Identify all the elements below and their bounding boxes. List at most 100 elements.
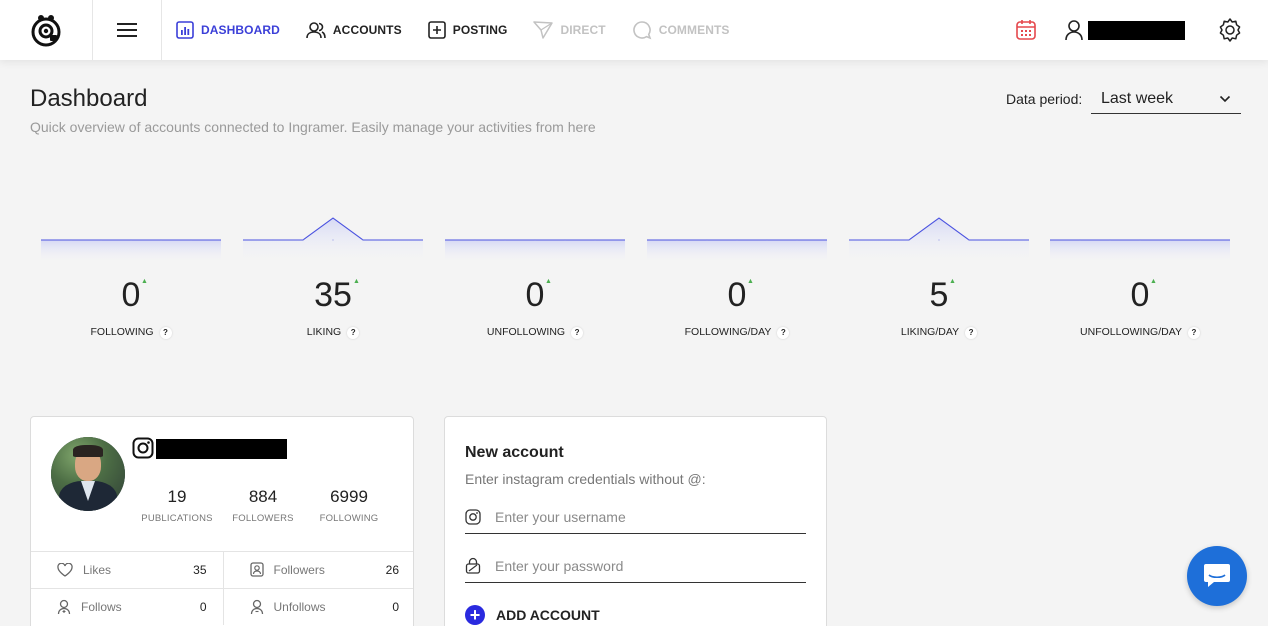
trend-up-icon: ▲	[1150, 278, 1157, 285]
trend-up-icon: ▲	[949, 278, 956, 285]
lock-icon	[465, 557, 481, 574]
data-period-select[interactable]: Last week	[1091, 84, 1241, 114]
add-account-label: ADD ACCOUNT	[496, 607, 600, 623]
logo[interactable]	[0, 0, 93, 60]
sparkline	[647, 239, 827, 262]
follows-value: 0	[199, 600, 207, 614]
publications-stat: 19 PUBLICATIONS	[137, 487, 217, 524]
profile-username-redacted[interactable]	[156, 439, 287, 459]
username-input[interactable]	[495, 508, 795, 525]
user-icon[interactable]	[1064, 19, 1084, 41]
unfollows-value: 0	[392, 600, 399, 614]
help-icon[interactable]: ?	[159, 327, 172, 339]
nav-posting[interactable]: POSTING	[427, 21, 508, 39]
follow-user-icon	[57, 599, 71, 615]
data-period-value: Last week	[1101, 89, 1174, 107]
unfollows-label: Unfollows	[273, 600, 326, 614]
follows-cell: Follows 0	[31, 589, 224, 625]
nav-accounts[interactable]: ACCOUNTS	[306, 21, 402, 39]
gear-icon[interactable]	[1217, 17, 1243, 43]
nav-comments-label: COMMENTS	[658, 23, 730, 37]
followers-stat: 884 FOLLOWERS	[223, 487, 303, 524]
instagram-icon	[132, 437, 154, 459]
instagram-icon	[465, 508, 481, 525]
stat-value: 0	[121, 276, 141, 314]
stat-label: FOLLOWING?	[41, 326, 221, 339]
stat-value: 0	[727, 276, 747, 314]
table-row: Likes 35 Followers 26	[31, 551, 413, 588]
ingramer-logo-icon	[31, 15, 61, 47]
help-icon[interactable]: ?	[1187, 327, 1200, 339]
trend-up-icon: ▲	[747, 278, 754, 285]
following-count: 6999	[330, 487, 368, 506]
sparkline	[41, 239, 221, 262]
unfollows-cell: Unfollows 0	[224, 589, 414, 625]
new-account-title: New account	[465, 444, 564, 461]
sparkline	[849, 217, 1029, 262]
sparkline	[445, 239, 625, 262]
hamburger-menu-button[interactable]	[93, 0, 162, 60]
nav-accounts-label: ACCOUNTS	[332, 23, 402, 37]
help-icon[interactable]: ?	[777, 327, 790, 339]
followers-count: 884	[248, 487, 278, 506]
help-icon[interactable]: ?	[571, 327, 584, 339]
stat-label-text: LIKING/DAY	[900, 326, 960, 338]
send-icon	[533, 21, 554, 39]
nav-comments[interactable]: COMMENTS	[632, 20, 730, 40]
page-title: Dashboard	[30, 85, 148, 112]
stat-label: UNFOLLOWING/DAY?	[1050, 326, 1230, 339]
stat-value: 35	[314, 276, 352, 314]
chevron-down-icon	[1219, 95, 1231, 102]
stat-label: LIKING/DAY?	[849, 326, 1029, 339]
top-bar: DASHBOARD ACCOUNTS POSTING DIRECT COMMEN…	[0, 0, 1268, 60]
likes-label: Likes	[83, 563, 112, 577]
followers-row-label: Followers	[273, 563, 325, 577]
stat-label: LIKING?	[243, 326, 423, 339]
likes-value: 35	[193, 563, 207, 577]
nav-direct-label: DIRECT	[560, 23, 606, 37]
new-account-card: New account Enter instagram credentials …	[444, 416, 827, 626]
username-field	[465, 500, 806, 534]
password-field	[465, 549, 806, 583]
heart-icon	[57, 563, 73, 577]
likes-cell: Likes 35	[31, 552, 224, 588]
following-label: FOLLOWING	[319, 513, 379, 524]
follower-badge-icon	[249, 562, 264, 577]
followers-label: FOLLOWERS	[232, 513, 294, 524]
following-stat: 6999 FOLLOWING	[309, 487, 389, 524]
stat-value: 5	[929, 276, 949, 314]
sparkline	[243, 217, 423, 262]
calendar-icon[interactable]	[1016, 19, 1036, 40]
stat-label-text: FOLLOWING/DAY	[684, 326, 772, 338]
table-row: Follows 0 Unfollows 0	[31, 588, 414, 625]
chat-button[interactable]	[1187, 546, 1247, 606]
new-account-hint: Enter instagram credentials without @:	[465, 471, 706, 487]
profile-activity-table: Likes 35 Followers 26 Follows 0 Unfollow…	[31, 551, 414, 625]
plus-square-icon	[427, 21, 446, 39]
publications-count: 19	[167, 487, 187, 506]
publications-label: PUBLICATIONS	[141, 513, 213, 524]
data-period-label: Data period:	[1006, 91, 1083, 107]
users-icon	[306, 22, 326, 39]
chart-icon	[176, 21, 194, 39]
stat-value: 0	[525, 276, 545, 314]
nav-direct[interactable]: DIRECT	[533, 21, 606, 39]
add-account-button[interactable]: + ADD ACCOUNT	[465, 605, 600, 625]
help-icon[interactable]: ?	[965, 327, 978, 339]
stat-label-text: FOLLOWING	[90, 326, 154, 338]
profile-card: 19 PUBLICATIONS 884 FOLLOWERS 6999 FOLLO…	[30, 416, 414, 626]
chat-bubble-icon	[1204, 564, 1230, 587]
trend-up-icon: ▲	[545, 278, 552, 285]
nav-dashboard-label: DASHBOARD	[201, 23, 280, 37]
comment-icon	[632, 21, 652, 40]
sparkline	[1050, 239, 1230, 262]
password-input[interactable]	[495, 557, 795, 574]
user-name-redacted[interactable]	[1088, 21, 1185, 40]
unfollow-user-icon	[250, 599, 263, 615]
nav-posting-label: POSTING	[452, 23, 508, 37]
hamburger-icon	[117, 23, 137, 37]
avatar[interactable]	[51, 437, 125, 511]
nav-dashboard[interactable]: DASHBOARD	[176, 21, 280, 39]
help-icon[interactable]: ?	[347, 327, 360, 339]
stat-label: FOLLOWING/DAY?	[647, 326, 827, 339]
